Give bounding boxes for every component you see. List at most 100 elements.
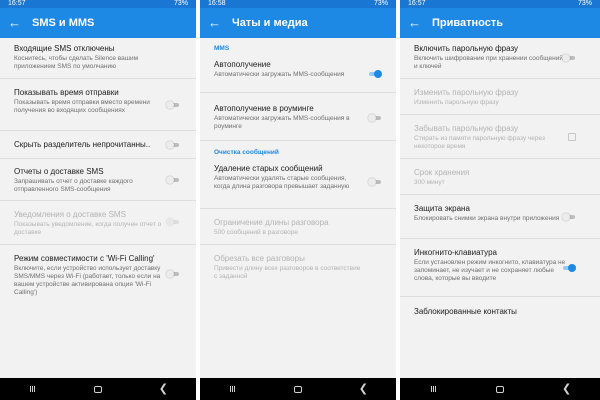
toggle-switch[interactable]	[368, 70, 382, 78]
setting-title: Инкогнито-клавиатура	[414, 248, 497, 257]
setting-auto-download-roaming[interactable]: Автополучение в роуминге Автоматически з…	[214, 104, 388, 131]
setting-description: Привести длину всех разговоров в соответ…	[214, 265, 361, 280]
divider	[0, 244, 196, 245]
setting-hide-unread-divider[interactable]: Скрыть разделитель непрочитанны..	[14, 140, 188, 150]
setting-title: Удаление старых сообщений	[214, 164, 323, 173]
setting-wifi-calling-compat[interactable]: Режим совместимости с 'Wi-Fi Calling' Вк…	[14, 254, 188, 297]
category-header: MMS	[214, 45, 230, 52]
arrow-left-icon[interactable]: ←	[8, 8, 26, 38]
page-title: Приватность	[432, 17, 503, 29]
setting-description: Автоматически загружать MMS-сообщения	[214, 71, 345, 78]
home-icon[interactable]	[88, 382, 108, 396]
status-battery: 73%	[173, 0, 188, 7]
screen-privacy: 16:57 73% ← Приватность Включить парольн…	[400, 0, 600, 400]
settings-list: Входящие SMS отключены Коснитесь, чтобы …	[0, 38, 196, 378]
setting-storage-timeout: Срок хранения 300 минут	[414, 168, 592, 187]
setting-sms-delivery-reports[interactable]: Отчеты о доставке SMS Запрашивать отчет …	[14, 167, 188, 194]
recent-apps-icon[interactable]	[423, 382, 443, 396]
status-time: 16:57	[408, 0, 426, 7]
setting-show-sent-time[interactable]: Показывать время отправки Показывать вре…	[14, 88, 188, 115]
setting-description: Включите, если устройство использует дос…	[14, 265, 161, 296]
setting-delete-old-messages[interactable]: Удаление старых сообщений Автоматически …	[214, 164, 388, 191]
toggle-switch[interactable]	[368, 178, 382, 186]
divider	[200, 140, 396, 141]
setting-title: Забывать парольную фразу	[414, 124, 519, 133]
status-battery: 73%	[577, 0, 592, 7]
navigation-bar: ❮	[400, 378, 600, 400]
toggle-switch[interactable]	[166, 270, 180, 278]
toggle-switch[interactable]	[166, 176, 180, 184]
setting-title: Срок хранения	[414, 168, 470, 177]
setting-description: Показывать время отправки вместо времени…	[14, 99, 150, 114]
toggle-switch[interactable]	[562, 264, 576, 272]
app-bar: ← Чаты и медиа	[200, 8, 396, 38]
setting-auto-download[interactable]: Автополучение Автоматически загружать MM…	[214, 60, 388, 79]
setting-description: Запрашивать отчет о доставке каждого отп…	[14, 178, 133, 193]
setting-title: Ограничение длины разговора	[214, 218, 329, 227]
screen-chats-media: 16:58 73% ← Чаты и медиа MMS Автополучен…	[200, 0, 396, 400]
status-time: 16:57	[8, 0, 26, 7]
setting-description: 500 сообщений в разговоре	[214, 229, 298, 236]
app-bar: ← SMS и MMS	[0, 8, 196, 38]
page-title: SMS и MMS	[32, 17, 95, 29]
category-header: Очистка сообщений	[214, 149, 279, 156]
setting-trim-all-conversations: Обрезать все разговоры Привести длину вс…	[214, 254, 388, 281]
setting-title: Заблокированные контакты	[414, 307, 517, 316]
recent-apps-icon[interactable]	[23, 382, 43, 396]
status-time: 16:58	[208, 0, 226, 7]
divider	[200, 92, 396, 93]
status-bar: 16:57 73%	[0, 0, 196, 8]
setting-description: Показывать уведомление, когда получен от…	[14, 221, 162, 236]
setting-title: Режим совместимости с 'Wi-Fi Calling'	[14, 254, 155, 263]
nav-back-icon[interactable]: ❮	[557, 382, 577, 396]
divider	[0, 78, 196, 79]
divider	[0, 200, 196, 201]
toggle-switch[interactable]	[562, 54, 576, 62]
settings-list: MMS Автополучение Автоматически загружат…	[200, 38, 396, 378]
arrow-left-icon[interactable]: ←	[208, 8, 226, 38]
divider	[400, 114, 600, 115]
toggle-switch[interactable]	[166, 141, 180, 149]
divider	[0, 158, 196, 159]
status-bar: 16:57 73%	[400, 0, 600, 8]
setting-change-passphrase: Изменить парольную фразу Изменить пароль…	[414, 88, 592, 107]
setting-title: Отчеты о доставке SMS	[14, 167, 104, 176]
screen-sms-mms: 16:57 73% ← SMS и MMS Входящие SMS отклю…	[0, 0, 196, 400]
checkbox	[568, 133, 576, 141]
setting-delivery-notifications: Уведомления о доставке SMS Показывать ув…	[14, 210, 188, 237]
setting-title: Автополучение в роуминге	[214, 104, 314, 113]
setting-title: Включить парольную фразу	[414, 44, 519, 53]
settings-list: Включить парольную фразу Включить шифров…	[400, 38, 600, 378]
setting-title: Входящие SMS отключены	[14, 44, 115, 53]
toggle-switch	[166, 218, 180, 226]
setting-description: Стирать из памяти парольную фразу через …	[414, 135, 545, 150]
home-icon[interactable]	[288, 382, 308, 396]
app-bar: ← Приватность	[400, 8, 600, 38]
setting-description: Автоматически загружать MMS-сообщения в …	[214, 115, 350, 130]
nav-back-icon[interactable]: ❮	[353, 382, 373, 396]
divider	[200, 244, 396, 245]
setting-title: Уведомления о доставке SMS	[14, 210, 126, 219]
setting-blocked-contacts[interactable]: Заблокированные контакты	[414, 307, 592, 317]
toggle-switch[interactable]	[562, 213, 576, 221]
divider	[400, 78, 600, 79]
setting-description: Автоматически удалять старые сообщения, …	[214, 175, 350, 190]
divider	[200, 208, 396, 209]
divider	[400, 296, 600, 297]
status-battery: 73%	[373, 0, 388, 7]
toggle-switch[interactable]	[368, 114, 382, 122]
setting-title: Показывать время отправки	[14, 88, 119, 97]
arrow-left-icon[interactable]: ←	[408, 8, 426, 38]
toggle-switch[interactable]	[166, 101, 180, 109]
setting-incoming-sms[interactable]: Входящие SMS отключены Коснитесь, чтобы …	[14, 44, 188, 71]
setting-title: Изменить парольную фразу	[414, 88, 519, 97]
divider	[400, 238, 600, 239]
setting-conversation-length-limit: Ограничение длины разговора 500 сообщени…	[214, 218, 388, 237]
navigation-bar: ❮	[0, 378, 196, 400]
setting-forget-passphrase: Забывать парольную фразу Стирать из памя…	[414, 124, 592, 151]
home-icon[interactable]	[490, 382, 510, 396]
divider	[0, 130, 196, 131]
recent-apps-icon[interactable]	[223, 382, 243, 396]
setting-title: Автополучение	[214, 60, 271, 69]
nav-back-icon[interactable]: ❮	[153, 382, 173, 396]
